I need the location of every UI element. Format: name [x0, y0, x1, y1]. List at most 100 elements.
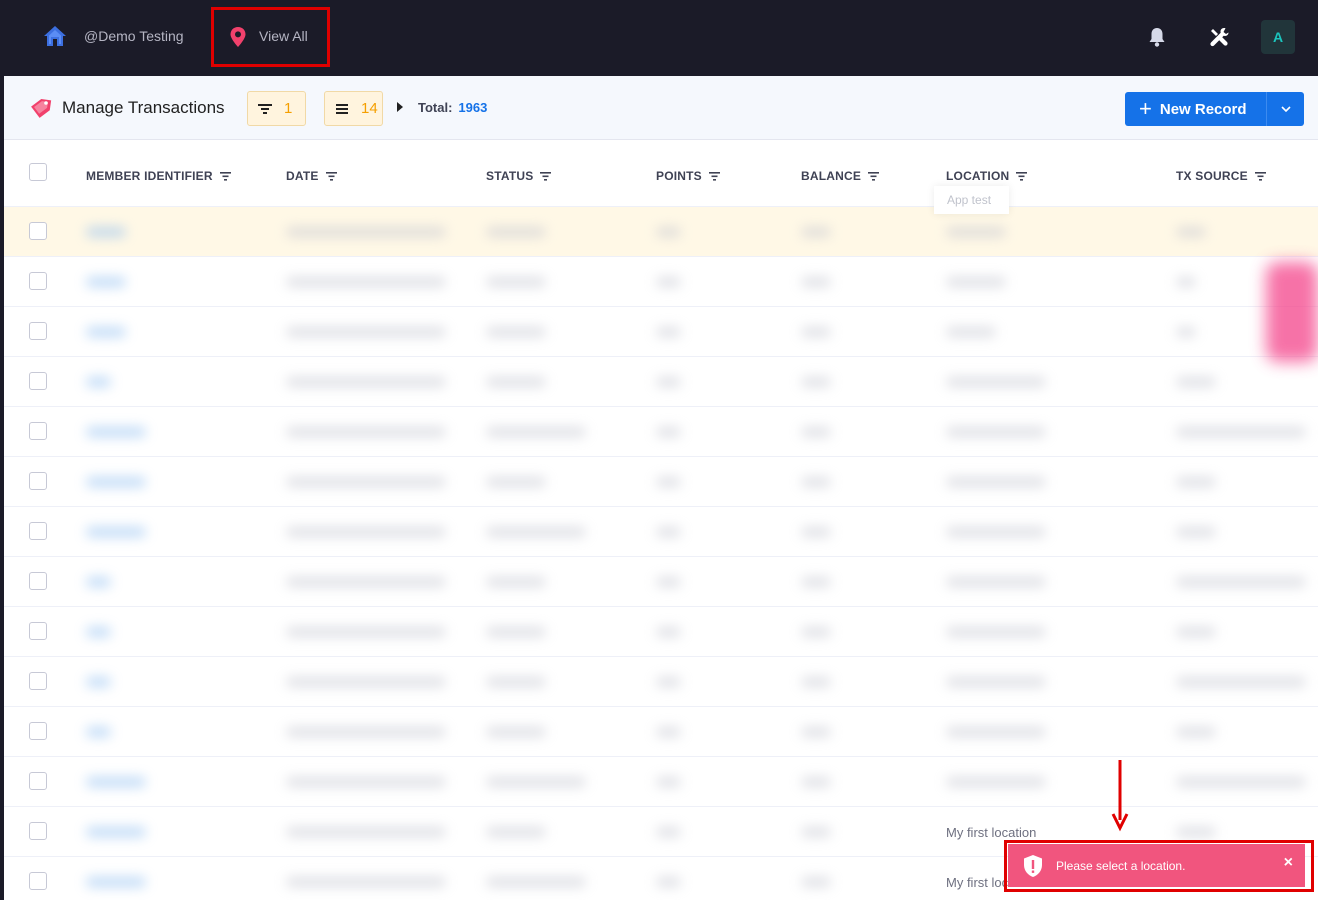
new-record-dropdown[interactable]: [1266, 92, 1304, 126]
blurred-cell: [801, 727, 831, 737]
page-toolbar: Manage Transactions 1 14 Total: 1963 + Ne…: [4, 76, 1318, 140]
new-record-button[interactable]: + New Record: [1125, 92, 1266, 126]
row-checkbox[interactable]: [29, 272, 47, 290]
row-checkbox[interactable]: [29, 872, 47, 890]
total-value: 1963: [458, 100, 488, 115]
shield-alert-icon: [1024, 854, 1042, 877]
blurred-cell: [946, 477, 1046, 487]
blurred-cell: [946, 727, 1046, 737]
blurred-cell: [1176, 677, 1306, 687]
blurred-cell: [801, 377, 831, 387]
location-selector[interactable]: View All: [259, 28, 308, 44]
page-title: Manage Transactions: [62, 98, 225, 117]
blurred-cell: [286, 877, 446, 887]
row-checkbox[interactable]: [29, 472, 47, 490]
row-checkbox[interactable]: [29, 572, 47, 590]
column-balance[interactable]: BALANCE: [801, 169, 880, 183]
column-member-identifier[interactable]: MEMBER IDENTIFIER: [86, 169, 231, 183]
blurred-cell: [286, 427, 446, 437]
bell-icon[interactable]: [1145, 25, 1169, 49]
blurred-cell: [1176, 777, 1306, 787]
table-row[interactable]: [4, 507, 1318, 557]
table-row[interactable]: [4, 557, 1318, 607]
side-panel-accent: [1266, 262, 1318, 362]
blurred-cell: [286, 577, 446, 587]
column-date[interactable]: DATE: [286, 169, 337, 183]
column-tx-source[interactable]: TX SOURCE: [1176, 169, 1266, 183]
filter-icon[interactable]: [219, 171, 231, 181]
blurred-cell: [656, 677, 681, 687]
row-checkbox[interactable]: [29, 622, 47, 640]
table-row[interactable]: [4, 657, 1318, 707]
row-checkbox[interactable]: [29, 322, 47, 340]
row-checkbox[interactable]: [29, 772, 47, 790]
blurred-cell: [86, 627, 111, 637]
blurred-cell: [656, 227, 681, 237]
column-location[interactable]: LOCATION: [946, 169, 1028, 183]
error-toast: Please select a location. ×: [1008, 844, 1305, 887]
scrollbar-track[interactable]: [1318, 0, 1324, 900]
table-row[interactable]: [4, 257, 1318, 307]
table-row[interactable]: [4, 607, 1318, 657]
user-avatar[interactable]: A: [1261, 20, 1295, 54]
row-checkbox[interactable]: [29, 422, 47, 440]
blurred-cell: [1176, 627, 1216, 637]
row-checkbox[interactable]: [29, 372, 47, 390]
select-all-checkbox[interactable]: [29, 163, 47, 181]
blurred-cell: [801, 577, 831, 587]
table-header: MEMBER IDENTIFIER DATE STATUS POINTS BAL…: [4, 140, 1318, 207]
blurred-cell: [1176, 377, 1216, 387]
blurred-cell: [946, 527, 1046, 537]
filter-icon[interactable]: [1254, 171, 1266, 181]
close-icon[interactable]: ×: [1284, 855, 1293, 871]
row-checkbox[interactable]: [29, 822, 47, 840]
filter-icon[interactable]: [1016, 171, 1028, 181]
blurred-cell: [86, 377, 111, 387]
blurred-cell: [801, 227, 831, 237]
blurred-cell: [801, 777, 831, 787]
caret-right-icon[interactable]: [397, 102, 403, 112]
blurred-cell: [656, 527, 681, 537]
filter-icon[interactable]: [708, 171, 720, 181]
filter-icon[interactable]: [868, 171, 880, 181]
table-row[interactable]: [4, 707, 1318, 757]
table-row[interactable]: [4, 307, 1318, 357]
blurred-cell: [286, 227, 446, 237]
table-row[interactable]: [4, 457, 1318, 507]
column-points[interactable]: POINTS: [656, 169, 720, 183]
blurred-cell: [946, 427, 1046, 437]
blurred-cell: [486, 777, 586, 787]
blurred-cell: [286, 827, 446, 837]
filter-chip[interactable]: 1: [247, 91, 306, 126]
blurred-cell: [86, 327, 126, 337]
row-checkbox[interactable]: [29, 522, 47, 540]
table-row[interactable]: [4, 407, 1318, 457]
blurred-cell: [486, 727, 546, 737]
row-checkbox[interactable]: [29, 222, 47, 240]
blurred-cell: [801, 627, 831, 637]
blurred-cell: [486, 227, 546, 237]
table-row[interactable]: [4, 357, 1318, 407]
new-record-label: New Record: [1159, 100, 1247, 118]
organization-name[interactable]: @Demo Testing: [84, 28, 184, 44]
home-icon[interactable]: [42, 24, 68, 48]
toast-message: Please select a location.: [1056, 858, 1186, 873]
blurred-cell: [1176, 727, 1216, 737]
tools-icon[interactable]: [1207, 25, 1231, 49]
blurred-cell: [86, 227, 126, 237]
blurred-cell: [1176, 427, 1306, 437]
column-status[interactable]: STATUS: [486, 169, 552, 183]
blurred-cell: [1176, 327, 1196, 337]
filter-icon[interactable]: [325, 171, 337, 181]
columns-chip[interactable]: 14: [324, 91, 383, 126]
filter-icon[interactable]: [540, 171, 552, 181]
blurred-cell: [656, 327, 681, 337]
table-row[interactable]: [4, 207, 1318, 257]
row-checkbox[interactable]: [29, 672, 47, 690]
row-checkbox[interactable]: [29, 722, 47, 740]
plus-icon: +: [1139, 96, 1152, 121]
location-cell: My first location: [946, 825, 1037, 840]
blurred-cell: [1176, 227, 1206, 237]
total-label: Total:: [418, 100, 453, 115]
location-pin-icon[interactable]: [228, 26, 248, 48]
